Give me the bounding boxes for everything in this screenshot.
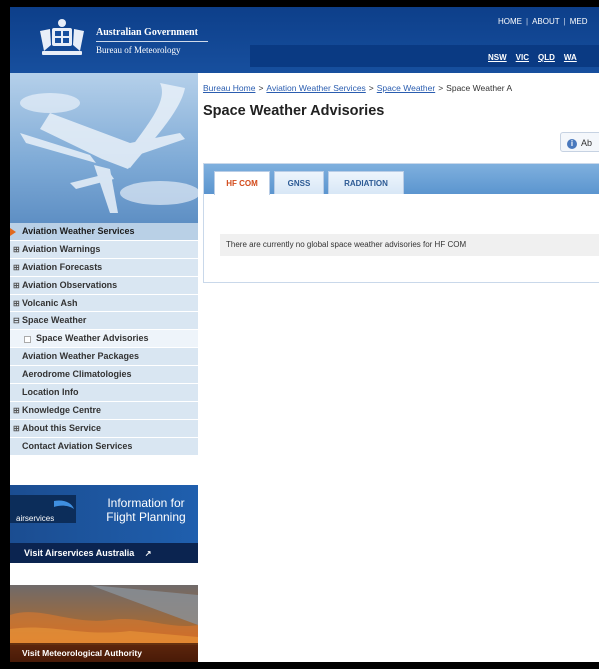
separator: | (526, 17, 529, 26)
org-line-1: Australian Government (96, 27, 198, 38)
state-link-nsw[interactable]: NSW (488, 53, 507, 62)
sidebar-item-knowledge-centre[interactable]: ⊞ Knowledge Centre (10, 401, 198, 420)
breadcrumb-separator: > (368, 83, 374, 93)
bullet-square-icon (24, 336, 31, 344)
breadcrumb-current: Space Weather A (446, 83, 513, 93)
meteorological-authority-banner[interactable]: Visit Meteorological Authority (10, 585, 198, 662)
sidebar-item-aerodrome-climatologies[interactable]: Aerodrome Climatologies (10, 366, 198, 385)
sidebar-item-label: Location Info (22, 387, 79, 398)
breadcrumb: Bureau Home > Aviation Weather Services > Sp… (203, 83, 512, 93)
sidebar-item-aviation-weather-packages[interactable]: Aviation Weather Packages (10, 348, 198, 367)
sidebar-item-aviation-forecasts[interactable]: ⊞ Aviation Forecasts (10, 258, 198, 277)
top-links: HOME | ABOUT | MED (498, 17, 588, 26)
airservices-banner[interactable]: airservices Information for Flight Plann… (10, 485, 198, 563)
coat-of-arms-logo[interactable] (36, 17, 88, 59)
sidebar-item-space-weather[interactable]: ⊟ Space Weather (10, 312, 198, 331)
expand-icon[interactable]: ⊞ (13, 295, 20, 313)
visit-airservices-link[interactable]: Visit Airservices Australia ↗ (10, 543, 198, 563)
expand-icon[interactable]: ⊞ (13, 402, 20, 420)
external-link-icon: ↗ (144, 549, 152, 558)
sidebar-item-aviation-observations[interactable]: ⊞ Aviation Observations (10, 276, 198, 295)
sidebar-item-label: Aviation Weather Services (22, 226, 135, 236)
sidebar-item-contact-aviation-services[interactable]: Contact Aviation Services (10, 437, 198, 456)
sidebar-item-label: Space Weather (22, 315, 87, 326)
sidebar-item-label: Aviation Weather Packages (22, 351, 140, 362)
state-links-bar: NSW VIC QLD WA (250, 45, 599, 67)
sidebar-item-aviation-weather-services[interactable]: Aviation Weather Services (10, 223, 198, 241)
aircraft-hero-image (10, 73, 198, 223)
advisory-notice: There are currently no global space weat… (220, 234, 599, 256)
airservices-logo-text: airservices (16, 514, 55, 523)
airservices-logo: airservices (10, 495, 76, 523)
sidebar-item-aviation-warnings[interactable]: ⊞ Aviation Warnings (10, 240, 198, 259)
org-line-2: Bureau of Meteorology (96, 45, 181, 55)
sidebar-item-label: Aviation Forecasts (22, 261, 103, 272)
visit-met-authority-link[interactable]: Visit Meteorological Authority (10, 643, 198, 662)
state-link-qld[interactable]: QLD (538, 53, 555, 62)
wordmark-divider (96, 41, 208, 42)
collapse-icon[interactable]: ⊟ (13, 312, 20, 330)
left-sidebar: Aviation Weather Services ⊞ Aviation Warni… (10, 73, 198, 662)
sidebar-item-space-weather-advisories[interactable]: Space Weather Advisories (10, 330, 198, 349)
breadcrumb-bureau-home[interactable]: Bureau Home (203, 83, 255, 93)
expand-icon[interactable]: ⊞ (13, 259, 20, 277)
expand-icon[interactable]: ⊞ (13, 277, 20, 295)
state-links: NSW VIC QLD WA (488, 53, 586, 62)
visit-airservices-label: Visit Airservices Australia (24, 548, 135, 558)
state-link-vic[interactable]: VIC (516, 53, 529, 62)
sidebar-item-label: Space Weather Advisories (36, 333, 149, 344)
tab-gnss[interactable]: GNSS (274, 171, 324, 194)
top-link-media[interactable]: MED (570, 17, 588, 26)
sidebar-item-about-this-service[interactable]: ⊞ About this Service (10, 419, 198, 438)
government-wordmark[interactable]: Australian Government Bureau of Meteorol… (96, 27, 208, 55)
advisories-panel: HF COM GNSS RADIATION There are currentl… (203, 163, 599, 283)
sidebar-item-volcanic-ash[interactable]: ⊞ Volcanic Ash (10, 294, 198, 313)
top-link-about[interactable]: ABOUT (532, 17, 560, 26)
about-button[interactable]: i Ab (560, 132, 599, 152)
expand-icon[interactable]: ⊞ (13, 420, 20, 438)
sidebar-item-label: Volcanic Ash (22, 297, 78, 308)
breadcrumb-separator: > (438, 83, 444, 93)
separator: | (563, 17, 566, 26)
about-button-label: Ab (581, 138, 593, 148)
flight-planning-text: Information for Flight Planning (106, 496, 186, 524)
info-icon: i (567, 138, 577, 149)
breadcrumb-aviation-weather-services[interactable]: Aviation Weather Services (266, 83, 365, 93)
tab-hf-com[interactable]: HF COM (214, 171, 270, 195)
sidebar-item-label: Aviation Warnings (22, 243, 101, 254)
expand-icon[interactable]: ⊞ (13, 241, 20, 259)
sidebar-item-label: Aerodrome Climatologies (22, 369, 132, 380)
sidebar-item-location-info[interactable]: Location Info (10, 384, 198, 402)
top-link-home[interactable]: HOME (498, 17, 522, 26)
current-section-arrow-icon (10, 228, 16, 236)
state-link-wa[interactable]: WA (564, 53, 577, 62)
tab-bar: HF COM GNSS RADIATION (204, 164, 599, 195)
breadcrumb-space-weather[interactable]: Space Weather (377, 83, 435, 93)
sidebar-nav: Aviation Weather Services ⊞ Aviation Warni… (10, 223, 198, 456)
browser-page: Australian Government Bureau of Meteorol… (10, 7, 599, 662)
site-header: Australian Government Bureau of Meteorol… (10, 7, 599, 73)
breadcrumb-separator: > (258, 83, 264, 93)
tab-radiation[interactable]: RADIATION (328, 171, 404, 194)
page-title: Space Weather Advisories (203, 103, 385, 119)
sidebar-item-label: Contact Aviation Services (22, 440, 133, 451)
sidebar-item-label: Aviation Observations (22, 279, 118, 290)
sidebar-item-label: Knowledge Centre (22, 404, 102, 415)
sidebar-item-label: About this Service (22, 422, 102, 433)
